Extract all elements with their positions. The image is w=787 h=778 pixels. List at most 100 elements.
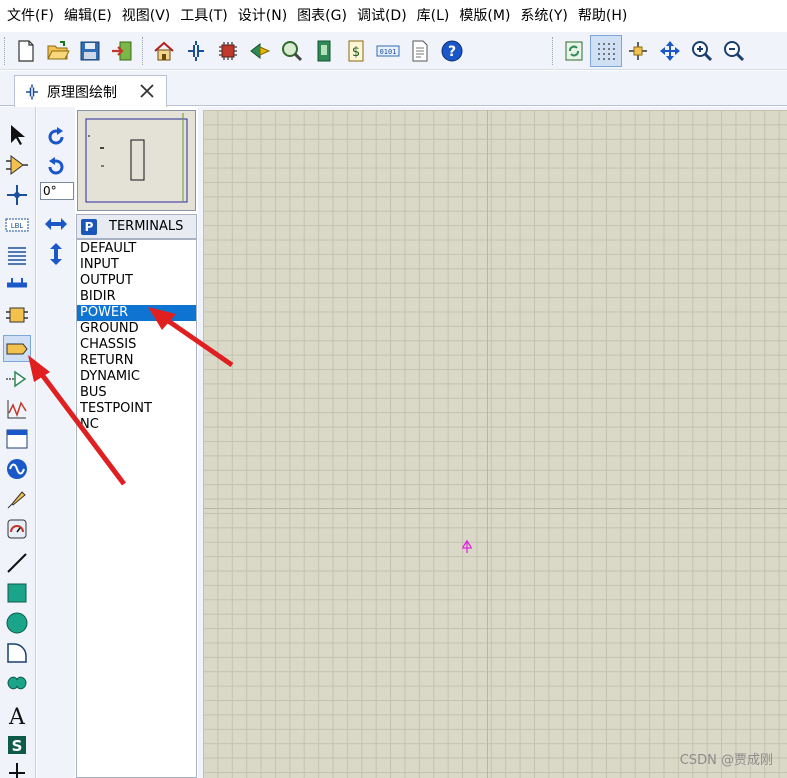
list-item-testpoint[interactable]: TESTPOINT <box>77 401 196 417</box>
grid-icon[interactable] <box>590 35 622 67</box>
help-icon[interactable]: ? <box>436 35 468 67</box>
menu-library[interactable]: 库(L) <box>414 0 457 32</box>
file-toolbar-group <box>4 34 138 68</box>
component-icon[interactable] <box>3 151 31 178</box>
orientation-toolbar: 0° <box>37 107 75 778</box>
canvas-center-horizontal-line <box>203 508 787 509</box>
svg-text:A: A <box>8 705 26 727</box>
tab-schematic-capture[interactable]: 原理图绘制 <box>14 75 167 107</box>
menu-design[interactable]: 设计(N) <box>235 0 294 32</box>
main-toolbar: $ 0101 ? <box>0 32 787 70</box>
view-toolbar-group <box>552 34 750 68</box>
document-icon[interactable] <box>404 35 436 67</box>
menu-system[interactable]: 系统(Y) <box>517 0 574 32</box>
save-icon[interactable] <box>74 35 106 67</box>
origin-marker-icon <box>462 539 472 553</box>
preview-drawing <box>85 113 188 203</box>
probe-icon[interactable] <box>3 485 31 512</box>
bus-icon[interactable] <box>3 271 31 298</box>
list-item-nc[interactable]: NC <box>77 417 196 433</box>
arc-icon[interactable] <box>3 639 31 666</box>
new-file-icon[interactable] <box>10 35 42 67</box>
menu-debug[interactable]: 调试(D) <box>354 0 414 32</box>
list-item-bus[interactable]: BUS <box>77 385 196 401</box>
schematic-icon[interactable] <box>180 35 212 67</box>
menu-view[interactable]: 视图(V) <box>119 0 178 32</box>
list-item-output[interactable]: OUTPUT <box>77 273 196 289</box>
app-toolbar-group: $ 0101 ? <box>142 34 468 68</box>
box-icon[interactable] <box>3 579 31 606</box>
svg-text:0101: 0101 <box>380 48 397 56</box>
dollar-icon[interactable]: $ <box>340 35 372 67</box>
subcircuit-icon[interactable] <box>3 301 31 328</box>
device-pin-icon[interactable] <box>3 365 31 392</box>
zoom-in-icon[interactable] <box>686 35 718 67</box>
tab-label: 原理图绘制 <box>47 84 117 101</box>
refresh-icon[interactable] <box>558 35 590 67</box>
terminals-list: DEFAULT INPUT OUTPUT BIDIR POWER GROUND … <box>76 239 197 778</box>
origin-icon[interactable] <box>622 35 654 67</box>
toolbar-grip[interactable] <box>552 37 556 65</box>
text-script-icon[interactable] <box>3 241 31 268</box>
menu-tools[interactable]: 工具(T) <box>177 0 234 32</box>
marker-icon[interactable] <box>3 759 31 778</box>
svg-text:LBL: LBL <box>11 222 24 230</box>
zoom-inspect-icon[interactable] <box>276 35 308 67</box>
mirror-horizontal-icon[interactable] <box>42 210 70 238</box>
home-icon[interactable] <box>148 35 180 67</box>
rotate-clockwise-icon[interactable] <box>42 123 70 151</box>
list-item-power[interactable]: POWER <box>77 305 196 321</box>
text-icon[interactable]: A <box>3 701 31 728</box>
close-icon[interactable] <box>138 82 156 100</box>
svg-text:?: ? <box>448 44 456 60</box>
terminal-icon[interactable] <box>3 335 31 362</box>
overview-preview[interactable] <box>77 110 196 211</box>
rotate-anticlockwise-icon[interactable] <box>42 153 70 181</box>
pan-icon[interactable] <box>654 35 686 67</box>
list-item-chassis[interactable]: CHASSIS <box>77 337 196 353</box>
pick-devices-button[interactable]: P <box>81 218 97 235</box>
terminals-panel-title: TERMINALS <box>109 219 184 234</box>
toolbar-grip[interactable] <box>4 37 8 65</box>
canvas-center-vertical-line <box>487 110 488 778</box>
import-icon[interactable] <box>106 35 138 67</box>
bom-icon[interactable] <box>308 35 340 67</box>
tape-icon[interactable] <box>3 425 31 452</box>
menu-file[interactable]: 文件(F) <box>4 0 61 32</box>
mirror-vertical-icon[interactable] <box>42 240 70 268</box>
binary-icon[interactable]: 0101 <box>372 35 404 67</box>
mode-toolbar: LBL A S <box>0 107 36 778</box>
generator-icon[interactable] <box>3 455 31 482</box>
3d-icon[interactable] <box>244 35 276 67</box>
circle-icon[interactable] <box>3 609 31 636</box>
svg-text:S: S <box>12 737 23 755</box>
list-item-default[interactable]: DEFAULT <box>77 241 196 257</box>
list-item-ground[interactable]: GROUND <box>77 321 196 337</box>
chip-icon[interactable] <box>212 35 244 67</box>
menu-template[interactable]: 模版(M) <box>456 0 517 32</box>
menu-edit[interactable]: 编辑(E) <box>61 0 119 32</box>
menu-graph[interactable]: 图表(G) <box>294 0 354 32</box>
wire-label-icon[interactable]: LBL <box>3 211 31 238</box>
open-folder-icon[interactable] <box>42 35 74 67</box>
zoom-out-icon[interactable] <box>718 35 750 67</box>
symbol-icon[interactable]: S <box>3 731 31 758</box>
rotation-angle-field[interactable]: 0° <box>40 182 74 200</box>
schematic-icon <box>26 84 38 99</box>
menu-bar: 文件(F) 编辑(E) 视图(V) 工具(T) 设计(N) 图表(G) 调试(D… <box>0 0 787 32</box>
list-item-dynamic[interactable]: DYNAMIC <box>77 369 196 385</box>
toolbar-grip[interactable] <box>142 37 146 65</box>
schematic-canvas[interactable] <box>203 110 787 778</box>
path-icon[interactable] <box>3 669 31 696</box>
selection-icon[interactable] <box>3 121 31 148</box>
graph-icon[interactable] <box>3 395 31 422</box>
junction-icon[interactable] <box>3 181 31 208</box>
menu-help[interactable]: 帮助(H) <box>575 0 634 32</box>
instrument-icon[interactable] <box>3 515 31 542</box>
svg-text:$: $ <box>352 45 360 60</box>
watermark: CSDN @贾成刚 <box>679 753 773 768</box>
list-item-bidir[interactable]: BIDIR <box>77 289 196 305</box>
list-item-input[interactable]: INPUT <box>77 257 196 273</box>
line-icon[interactable] <box>3 549 31 576</box>
list-item-return[interactable]: RETURN <box>77 353 196 369</box>
